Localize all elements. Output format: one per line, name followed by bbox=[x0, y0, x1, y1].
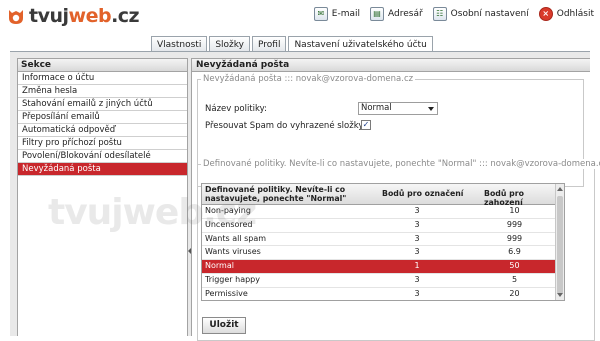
sidebar-item-forwarding[interactable]: Přeposílání emailů bbox=[18, 111, 187, 124]
logout-icon: × bbox=[538, 7, 553, 21]
logo[interactable]: tvujweb.cz bbox=[29, 5, 140, 27]
tab-properties[interactable]: Vlastnosti bbox=[151, 36, 208, 52]
email-link[interactable]: ✉ E-mail bbox=[313, 7, 360, 21]
table-scrollbar[interactable] bbox=[555, 184, 564, 300]
table-row[interactable]: Permissive 3 20 bbox=[202, 288, 557, 300]
column-header-policy[interactable]: Definované politiky. Nevíte-li co nastav… bbox=[205, 185, 365, 203]
sidebar-item-auto-reply[interactable]: Automatická odpověď bbox=[18, 124, 187, 137]
table-row[interactable]: Trigger happy 3 5 bbox=[202, 274, 557, 288]
table-header: Definované politiky. Nevíte-li co nastav… bbox=[202, 184, 557, 207]
personal-settings-link[interactable]: ☷ Osobní nastavení bbox=[432, 7, 529, 21]
logout-link[interactable]: × Odhlásit bbox=[538, 7, 594, 21]
table-row-selected[interactable]: Normal 1 50 bbox=[202, 260, 557, 274]
email-icon: ✉ bbox=[313, 7, 328, 21]
save-button[interactable]: Uložit bbox=[202, 317, 246, 334]
junk-mail-legend: Nevyžádaná pošta ::: novak@vzorova-domen… bbox=[201, 74, 416, 84]
column-header-mark-points[interactable]: Bodů pro označení bbox=[382, 189, 463, 198]
content-panel: Nevyžádaná pošta Nevyžádaná pošta ::: no… bbox=[191, 58, 600, 341]
table-row[interactable]: Wants viruses 3 6.9 bbox=[202, 246, 557, 261]
sidebar-item-change-password[interactable]: Změna hesla bbox=[18, 85, 187, 98]
scroll-down-icon[interactable] bbox=[557, 293, 563, 297]
table-body: Non-paying 3 10 Uncensored 3 999 Wants a… bbox=[202, 205, 557, 300]
sidebar-title: Sekce bbox=[18, 59, 187, 72]
sidebar: Sekce Informace o účtu Změna hesla Staho… bbox=[17, 58, 188, 336]
sidebar-item-fetch-emails[interactable]: Stahování emailů z jiných účtů bbox=[18, 98, 187, 111]
table-row[interactable]: Wants all spam 3 999 bbox=[202, 233, 557, 247]
sidebar-item-junk-mail[interactable]: Nevyžádaná pošta bbox=[18, 163, 187, 176]
table-row[interactable]: Uncensored 3 999 bbox=[202, 219, 557, 233]
sidebar-item-filters[interactable]: Filtry pro příchozí poštu bbox=[18, 137, 187, 150]
tab-folders[interactable]: Složky bbox=[209, 36, 250, 52]
main-frame: Sekce Informace o účtu Změna hesla Staho… bbox=[10, 52, 600, 341]
personal-settings-icon: ☷ bbox=[432, 7, 447, 21]
scroll-up-icon[interactable] bbox=[557, 187, 563, 191]
top-navigation: ✉ E-mail ▤ Adresář ☷ Osobní nastavení × … bbox=[313, 7, 594, 21]
table-row[interactable]: Non-paying 3 10 bbox=[202, 205, 557, 219]
scrollbar-thumb[interactable] bbox=[557, 196, 563, 294]
content-title: Nevyžádaná pošta bbox=[192, 59, 590, 72]
policies-legend: Definované politiky. Nevíte-li co nastav… bbox=[201, 159, 600, 169]
tab-profile[interactable]: Profil bbox=[252, 36, 287, 52]
policy-select[interactable]: Normal bbox=[358, 102, 438, 115]
chevron-down-icon bbox=[428, 107, 434, 111]
address-book-icon: ▤ bbox=[370, 7, 385, 21]
policies-table: Definované politiky. Nevíte-li co nastav… bbox=[201, 183, 565, 301]
header: tvujweb.cz ✉ E-mail ▤ Adresář ☷ Osobní n… bbox=[0, 0, 600, 36]
policy-name-label: Název politiky: bbox=[205, 104, 267, 114]
logo-icon bbox=[9, 10, 23, 24]
move-spam-label: Přesouvat Spam do vyhrazené složky: bbox=[205, 121, 366, 131]
move-spam-checkbox[interactable]: ✓ bbox=[361, 120, 371, 130]
sidebar-item-account-info[interactable]: Informace o účtu bbox=[18, 72, 187, 85]
sidebar-item-allow-block[interactable]: Povolení/Blokování odesílatelé bbox=[18, 150, 187, 163]
address-book-link[interactable]: ▤ Adresář bbox=[370, 7, 423, 21]
